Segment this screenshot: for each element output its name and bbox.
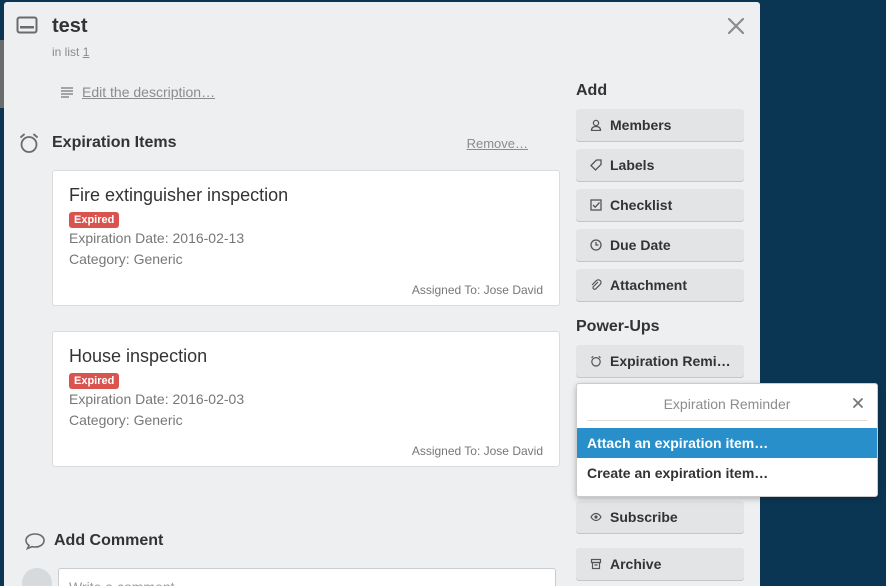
- description-icon: [61, 87, 73, 98]
- expiration-item-card[interactable]: Fire extinguisher inspection Expired Exp…: [52, 170, 560, 306]
- add-comment-header: Add Comment: [24, 532, 163, 550]
- close-icon: [727, 17, 745, 35]
- card-detail-window: test in list 1 Edit the description… Exp…: [4, 2, 760, 586]
- clock-icon: [590, 239, 602, 251]
- members-button[interactable]: Members: [576, 109, 744, 141]
- add-section-title: Add: [576, 82, 608, 99]
- in-list-prefix: in list: [52, 45, 80, 59]
- item-assigned: Assigned To: Jose David: [411, 283, 543, 297]
- comment-input[interactable]: Write a comment…: [58, 568, 556, 586]
- powerups-section-title: Power-Ups: [576, 318, 660, 335]
- item-assigned: Assigned To: Jose David: [411, 444, 543, 458]
- archive-button[interactable]: Archive: [576, 548, 744, 580]
- alarm-clock-icon: [591, 355, 601, 367]
- labels-button[interactable]: Labels: [576, 149, 744, 181]
- checklist-button[interactable]: Checklist: [576, 189, 744, 221]
- expiration-reminder-button[interactable]: Expiration Remi…: [576, 345, 744, 377]
- item-name: Fire extinguisher inspection: [69, 185, 289, 205]
- archive-label: Archive: [610, 556, 662, 572]
- labels-label: Labels: [610, 157, 655, 173]
- list-link[interactable]: 1: [83, 45, 90, 59]
- member-icon: [590, 119, 602, 131]
- popover-title: Expiration Reminder: [663, 396, 791, 412]
- add-comment-title: Add Comment: [54, 532, 164, 549]
- popover-close-button[interactable]: [851, 396, 865, 410]
- attachment-label: Attachment: [610, 277, 688, 293]
- expiration-items-header: Expiration Items Remove…: [18, 132, 528, 154]
- item-category: Category: Generic: [69, 251, 183, 267]
- close-icon: [853, 398, 863, 408]
- popover-divider: [587, 420, 867, 421]
- archive-icon: [590, 558, 602, 570]
- card-icon: [16, 14, 38, 36]
- edit-description-label: Edit the description…: [82, 84, 216, 100]
- comment-icon: [25, 533, 45, 550]
- paperclip-icon: [591, 279, 602, 290]
- expiration-items-title: Expiration Items: [52, 134, 177, 151]
- edit-description-link[interactable]: Edit the description…: [60, 84, 215, 100]
- card-title[interactable]: test: [52, 15, 88, 38]
- alarm-clock-icon: [18, 132, 40, 154]
- remove-expiration-link[interactable]: Remove…: [467, 136, 528, 151]
- avatar: [22, 568, 52, 586]
- checklist-icon: [590, 199, 602, 211]
- item-name: House inspection: [69, 346, 208, 366]
- create-expiration-item-option[interactable]: Create an expiration item…: [577, 458, 877, 488]
- label-icon: [590, 159, 602, 171]
- attachment-button[interactable]: Attachment: [576, 269, 744, 301]
- expiration-reminder-popover: Expiration Reminder Attach an expiration…: [576, 383, 878, 497]
- expiration-item-card[interactable]: House inspection Expired Expiration Date…: [52, 331, 560, 467]
- close-card-button[interactable]: [724, 14, 748, 38]
- due-date-button[interactable]: Due Date: [576, 229, 744, 261]
- expired-badge: Expired: [69, 373, 120, 389]
- expiration-reminder-label: Expiration Remi…: [610, 353, 731, 369]
- attach-expiration-item-option[interactable]: Attach an expiration item…: [577, 428, 877, 458]
- subscribe-label: Subscribe: [610, 509, 678, 525]
- subscribe-button[interactable]: Subscribe: [576, 501, 744, 533]
- checklist-label: Checklist: [610, 197, 673, 213]
- item-expiration-date: Expiration Date: 2016-02-03: [69, 391, 245, 407]
- in-list-label: in list 1: [52, 45, 89, 59]
- item-expiration-date: Expiration Date: 2016-02-13: [69, 230, 245, 246]
- members-label: Members: [610, 117, 672, 133]
- eye-icon: [590, 512, 602, 522]
- due-date-label: Due Date: [610, 237, 671, 253]
- expired-badge: Expired: [69, 212, 120, 228]
- item-category: Category: Generic: [69, 412, 183, 428]
